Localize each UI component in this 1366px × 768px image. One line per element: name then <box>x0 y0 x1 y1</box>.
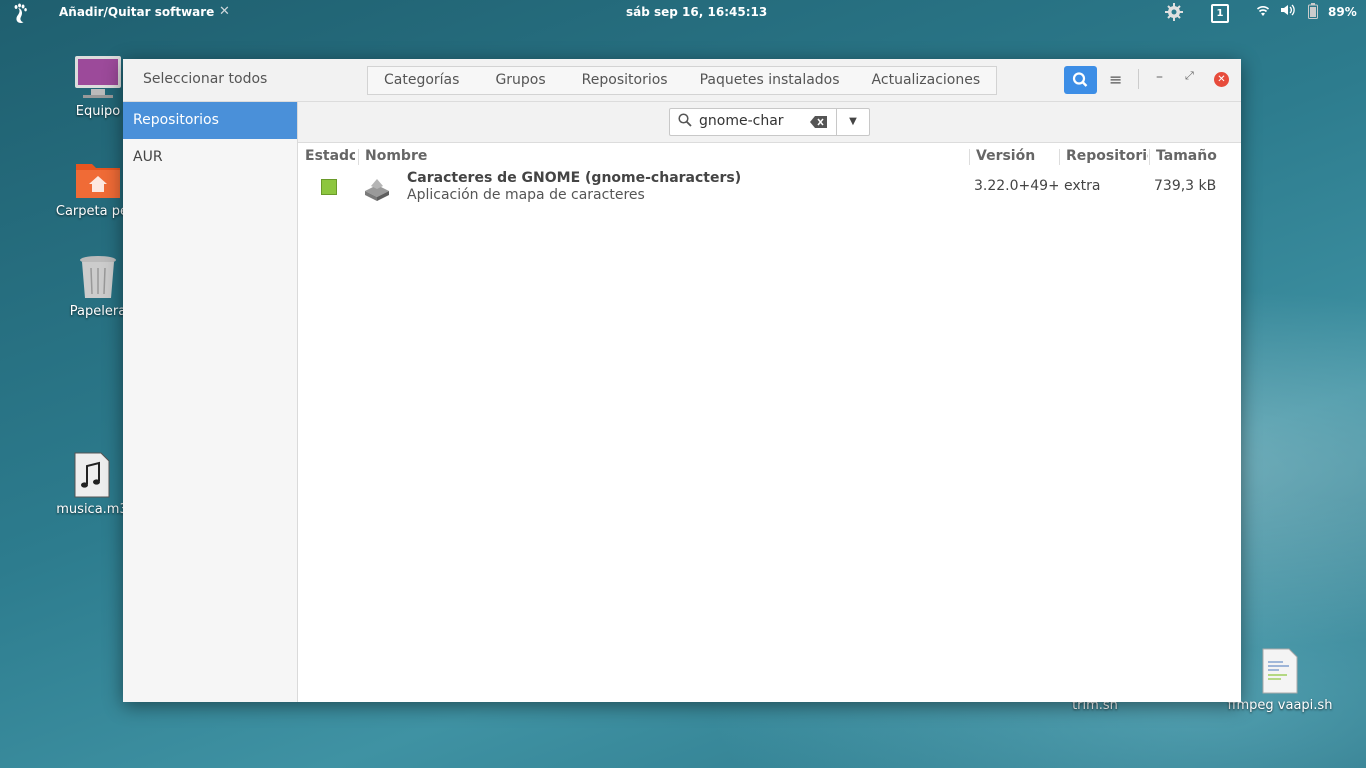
search-bar: gnome-char ▼ <box>298 102 1241 143</box>
top-panel: Añadir/Quitar software ✕ sáb sep 16, 16:… <box>0 0 1366 26</box>
column-separator <box>969 149 970 165</box>
select-all-button[interactable]: Seleccionar todos <box>143 71 267 87</box>
clock[interactable]: sáb sep 16, 16:45:13 <box>626 5 767 19</box>
search-icon <box>678 113 692 127</box>
gnome-foot-icon[interactable] <box>10 2 32 24</box>
home-folder-icon <box>76 164 120 198</box>
view-tabs: Categorías Grupos Repositorios Paquetes … <box>367 66 998 95</box>
desktop-icon-label: Papelera <box>69 304 127 319</box>
column-header-version[interactable]: Versión <box>976 148 1056 168</box>
tab-actualizaciones[interactable]: Actualizaciones <box>856 67 997 94</box>
sidebar: Repositorios AUR <box>123 102 298 702</box>
script-file-icon <box>1262 648 1298 694</box>
computer-icon <box>75 56 121 98</box>
tab-grupos[interactable]: Grupos <box>475 67 565 94</box>
search-input[interactable]: gnome-char <box>669 108 837 136</box>
workspace-indicator[interactable]: 1 <box>1211 4 1229 23</box>
tab-categorias[interactable]: Categorías <box>368 67 475 94</box>
active-app-title[interactable]: Añadir/Quitar software <box>59 5 214 19</box>
battery-icon[interactable] <box>1308 3 1318 23</box>
package-description: Aplicación de mapa de caracteres <box>407 187 645 203</box>
search-input-value: gnome-char <box>699 113 784 129</box>
package-icon <box>365 179 389 201</box>
package-size: 739,3 kB <box>1154 178 1217 194</box>
package-list: Estado Nombre Versión Repositorio Tamaño… <box>299 143 1241 702</box>
header-bar: Seleccionar todos Categorías Grupos Repo… <box>123 59 1241 102</box>
desktop-icon-label: ffmpeg vaapi.sh <box>1227 698 1333 713</box>
package-name: Caracteres de GNOME (gnome-characters) <box>407 170 742 186</box>
pamac-window: Seleccionar todos Categorías Grupos Repo… <box>123 59 1241 702</box>
tab-paquetes-instalados[interactable]: Paquetes instalados <box>684 67 856 94</box>
clear-text-icon[interactable] <box>810 116 827 128</box>
tab-repositorios[interactable]: Repositorios <box>566 67 684 94</box>
maximize-icon[interactable]: ⤢ <box>1185 69 1194 83</box>
search-options-dropdown[interactable]: ▼ <box>836 108 870 136</box>
column-separator <box>358 149 359 165</box>
column-header-nombre[interactable]: Nombre <box>365 148 965 168</box>
package-version: 3.22.0+49+g0 <box>974 178 1058 194</box>
desktop-icon-label: Equipo <box>75 104 121 119</box>
minimize-icon[interactable]: – <box>1156 69 1163 85</box>
column-header-estado[interactable]: Estado <box>305 148 355 168</box>
app-close-icon[interactable]: ✕ <box>219 4 230 19</box>
search-toggle-button[interactable] <box>1064 66 1097 94</box>
chevron-down-icon: ▼ <box>849 116 857 127</box>
package-repository: extra <box>1064 178 1101 194</box>
sidebar-item-aur[interactable]: AUR <box>123 139 297 176</box>
trash-icon <box>80 256 116 298</box>
header-separator <box>1138 69 1139 89</box>
installed-status-checkbox[interactable] <box>321 179 337 195</box>
desktop-icon-label: musica.m3 <box>56 502 128 517</box>
settings-gear-icon[interactable] <box>1165 3 1183 25</box>
column-header-repositorio[interactable]: Repositorio <box>1066 148 1148 168</box>
column-separator <box>1149 149 1150 165</box>
volume-icon[interactable] <box>1280 3 1296 21</box>
wifi-icon[interactable] <box>1255 3 1271 21</box>
search-icon <box>1072 72 1088 87</box>
sidebar-item-repositorios[interactable]: Repositorios <box>123 102 297 139</box>
close-icon[interactable]: ✕ <box>1214 72 1229 87</box>
audio-file-icon <box>74 452 110 498</box>
column-separator <box>1059 149 1060 165</box>
hamburger-menu-icon[interactable]: ≡ <box>1109 70 1122 89</box>
column-header-tamano[interactable]: Tamaño <box>1156 148 1236 168</box>
battery-percentage[interactable]: 89% <box>1328 5 1357 19</box>
